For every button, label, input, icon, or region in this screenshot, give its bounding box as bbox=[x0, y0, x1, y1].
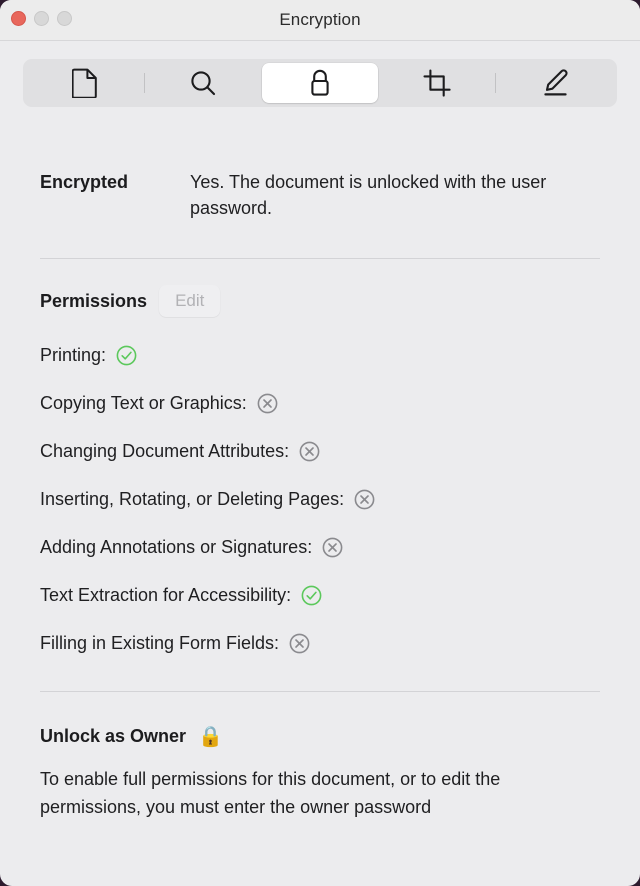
permission-row-changing-attributes: Changing Document Attributes: bbox=[40, 427, 600, 475]
unlock-as-owner-description: To enable full permissions for this docu… bbox=[40, 769, 501, 817]
status-denied-icon bbox=[354, 489, 375, 510]
encryption-inspector-window: Encryption Encrypted Yes. The document i… bbox=[0, 0, 640, 886]
permission-label: Adding Annotations or Signatures: bbox=[40, 536, 313, 557]
status-denied-icon bbox=[322, 537, 343, 558]
permission-label: Filling in Existing Form Fields: bbox=[40, 632, 280, 653]
permission-label: Changing Document Attributes: bbox=[40, 440, 290, 461]
window-title: Encryption bbox=[279, 10, 361, 29]
tab-search[interactable] bbox=[145, 63, 262, 103]
inspector-content: Encrypted Yes. The document is unlocked … bbox=[0, 121, 640, 821]
permission-label: Copying Text or Graphics: bbox=[40, 392, 247, 413]
tab-encryption[interactable] bbox=[261, 63, 379, 103]
encrypted-label: Encrypted bbox=[40, 172, 129, 192]
inspector-segmented-control[interactable] bbox=[23, 59, 617, 107]
crop-icon bbox=[423, 69, 451, 97]
permission-label: Text Extraction for Accessibility: bbox=[40, 584, 292, 605]
tab-crop[interactable] bbox=[378, 63, 495, 103]
permission-label: Inserting, Rotating, or Deleting Pages: bbox=[40, 488, 345, 509]
window-titlebar: Encryption bbox=[0, 0, 640, 41]
document-icon bbox=[72, 68, 98, 98]
permission-row-annotations: Adding Annotations or Signatures: bbox=[40, 523, 600, 571]
permission-row-copying: Copying Text or Graphics: bbox=[40, 379, 600, 427]
tab-document[interactable] bbox=[27, 63, 144, 103]
status-allowed-icon bbox=[301, 585, 322, 606]
status-denied-icon bbox=[289, 633, 310, 654]
permissions-list: Printing: Copying Text or Graphics: Chan… bbox=[40, 317, 600, 667]
permissions-title: Permissions bbox=[40, 290, 148, 311]
tab-markup[interactable] bbox=[496, 63, 613, 103]
permission-row-text-extraction: Text Extraction for Accessibility: bbox=[40, 571, 600, 619]
lock-icon bbox=[308, 68, 332, 98]
padlock-emoji-icon: 🔒 bbox=[198, 725, 223, 748]
permission-row-inserting-pages: Inserting, Rotating, or Deleting Pages: bbox=[40, 475, 600, 523]
status-allowed-icon bbox=[116, 345, 137, 366]
status-denied-icon bbox=[257, 393, 278, 414]
permission-row-form-fields: Filling in Existing Form Fields: bbox=[40, 619, 600, 667]
pencil-icon bbox=[540, 68, 570, 98]
inspector-toolbar bbox=[0, 41, 640, 121]
permission-row-printing: Printing: bbox=[40, 331, 600, 379]
permissions-header: Permissions Edit bbox=[40, 259, 600, 317]
permission-label: Printing: bbox=[40, 344, 107, 365]
encrypted-value: Yes. The document is unlocked with the u… bbox=[190, 172, 547, 218]
encrypted-row: Encrypted Yes. The document is unlocked … bbox=[40, 121, 600, 221]
unlock-as-owner-title: Unlock as Owner bbox=[40, 726, 187, 746]
status-denied-icon bbox=[299, 441, 320, 462]
unlock-as-owner-header: Unlock as Owner 🔒 bbox=[40, 692, 600, 747]
edit-permissions-button[interactable]: Edit bbox=[159, 285, 221, 317]
search-icon bbox=[189, 69, 217, 97]
